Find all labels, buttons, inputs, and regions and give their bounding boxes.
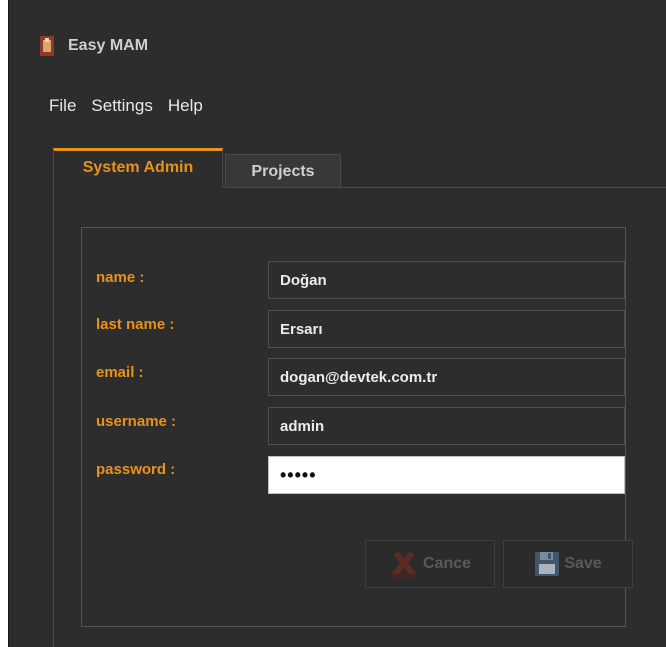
password-field[interactable]: ••••• <box>268 456 625 494</box>
password-label: password : <box>96 461 176 478</box>
last-name-field[interactable]: Ersarı <box>268 310 625 348</box>
save-button[interactable]: Save <box>503 540 633 588</box>
menu-help[interactable]: Help <box>168 94 203 120</box>
cancel-button[interactable]: Cancel <box>365 540 495 588</box>
floppy-disk-icon <box>534 551 560 577</box>
username-label: username : <box>96 413 177 430</box>
menu-bar: File Settings Help <box>9 94 218 120</box>
email-field[interactable]: dogan@devtek.com.tr <box>268 358 625 396</box>
menu-settings[interactable]: Settings <box>91 94 152 120</box>
menu-file[interactable]: File <box>49 94 76 120</box>
save-label: Save <box>564 555 602 572</box>
name-field[interactable]: Doğan <box>268 261 625 299</box>
tab-strip: System Admin Projects <box>53 148 666 188</box>
last-name-label: last name : <box>96 316 175 333</box>
tab-label: Projects <box>251 162 315 180</box>
tab-projects[interactable]: Projects <box>225 154 341 188</box>
cancel-x-icon <box>389 549 419 579</box>
window-title: Easy MAM <box>68 37 149 54</box>
tab-label: System Admin <box>82 158 194 176</box>
tab-system-admin[interactable]: System Admin <box>53 148 223 188</box>
cancel-label: Cancel <box>423 555 471 572</box>
email-label: email : <box>96 364 144 381</box>
name-label: name : <box>96 269 145 286</box>
username-field[interactable]: admin <box>268 407 625 445</box>
title-bar: Easy MAM <box>9 0 666 84</box>
app-logo-icon <box>40 36 54 56</box>
